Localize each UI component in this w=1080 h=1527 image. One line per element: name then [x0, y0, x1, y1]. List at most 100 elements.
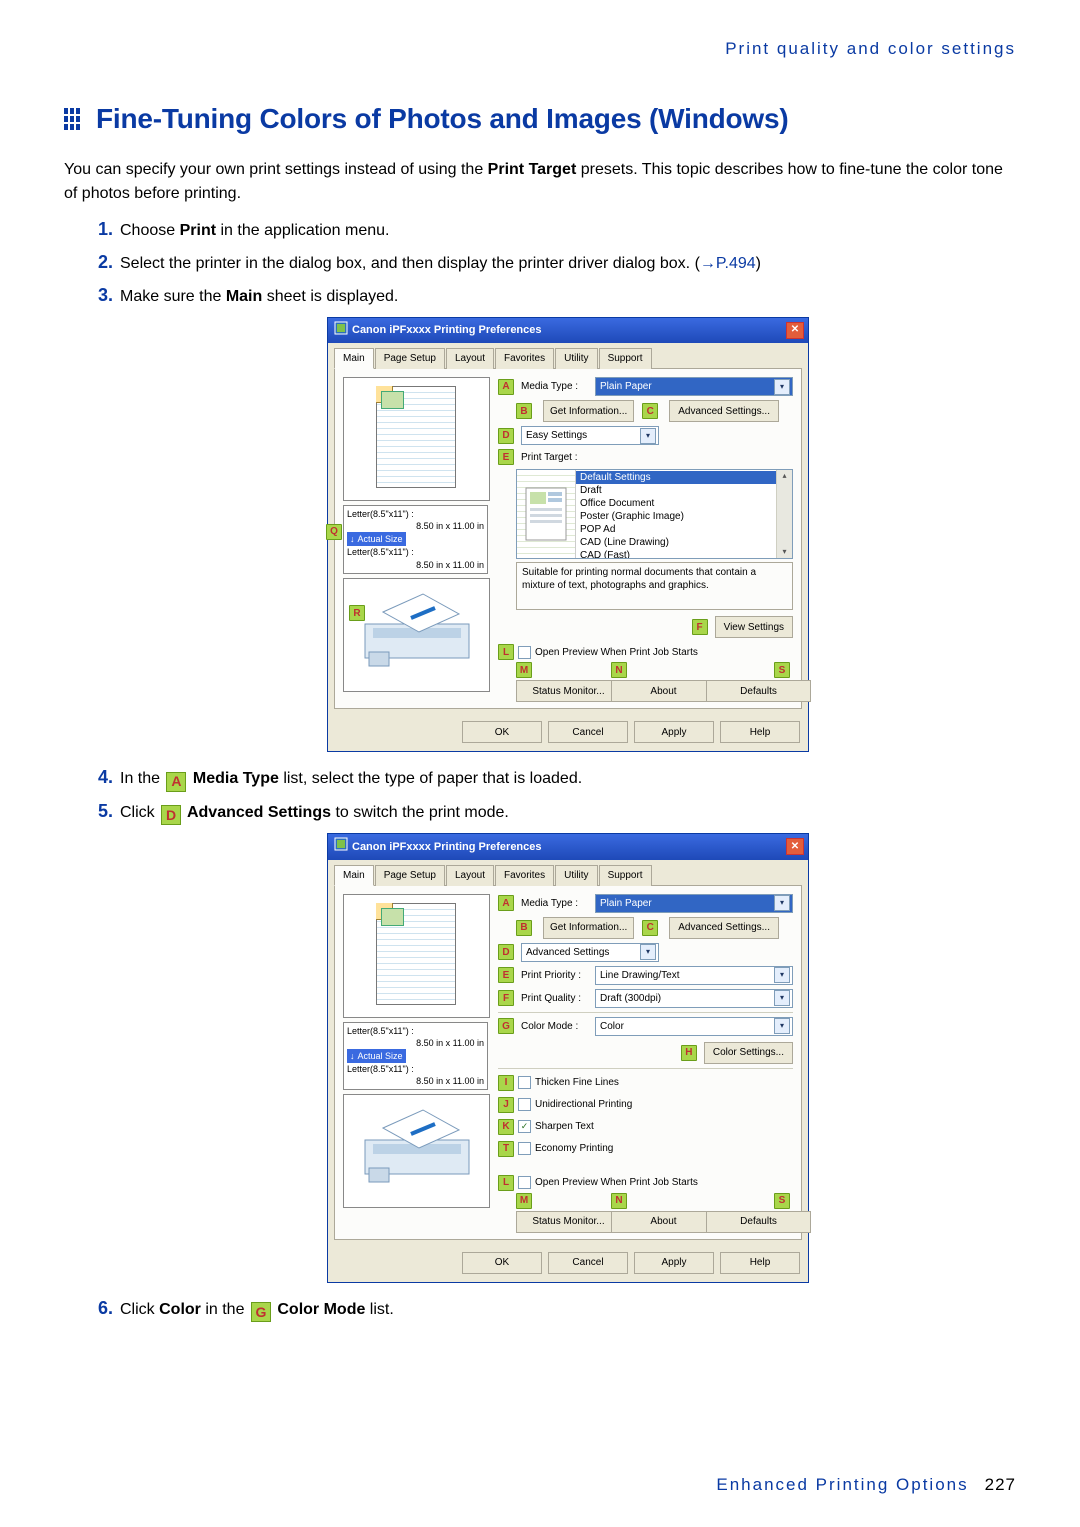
chevron-down-icon: ▾	[774, 895, 790, 911]
marker-h: H	[681, 1045, 697, 1061]
cancel-button[interactable]: Cancel	[548, 721, 628, 743]
status-monitor-button[interactable]: Status Monitor...	[516, 1211, 621, 1233]
page-preview	[343, 377, 490, 501]
print-quality-dropdown[interactable]: Draft (300dpi) ▾	[595, 989, 793, 1008]
list-item[interactable]: CAD (Fast)	[576, 549, 776, 558]
cancel-button[interactable]: Cancel	[548, 1252, 628, 1274]
step-1: Choose Print in the application menu.	[118, 216, 1016, 243]
economy-label: Economy Printing	[535, 1141, 613, 1156]
unidirectional-checkbox[interactable]	[518, 1098, 531, 1111]
step-5: Click D Advanced Settings to switch the …	[118, 798, 1016, 1283]
help-button[interactable]: Help	[720, 1252, 800, 1274]
view-settings-button[interactable]: View Settings	[715, 616, 793, 638]
tab-favorites[interactable]: Favorites	[495, 348, 554, 369]
chevron-down-icon: ▾	[774, 967, 790, 983]
apply-button[interactable]: Apply	[634, 721, 714, 743]
printer-illustration	[343, 1094, 490, 1208]
dialog-screenshot-1: Canon iPFxxxx Printing Preferences ✕ Mai…	[327, 317, 809, 753]
size-info-box: Letter(8.5"x11") : 8.50 in x 11.00 in ↓A…	[343, 1022, 488, 1091]
print-target-label: Print Target :	[521, 450, 591, 465]
dialog-screenshot-2: Canon iPFxxxx Printing Preferences ✕ Mai…	[327, 833, 809, 1283]
list-item[interactable]: CAD (Line Drawing)	[576, 536, 776, 549]
marker-n: N	[611, 662, 627, 678]
defaults-button[interactable]: Defaults	[706, 680, 811, 702]
tab-favorites[interactable]: Favorites	[495, 865, 554, 886]
marker-f: F	[498, 990, 514, 1006]
page-ref-link[interactable]: →P.494	[700, 255, 756, 272]
advanced-settings-button[interactable]: Advanced Settings...	[669, 917, 779, 939]
step-4: In the A Media Type list, select the typ…	[118, 764, 1016, 792]
ok-button[interactable]: OK	[462, 1252, 542, 1274]
status-monitor-button[interactable]: Status Monitor...	[516, 680, 621, 702]
marker-b: B	[516, 920, 532, 936]
marker-k: K	[498, 1119, 514, 1135]
scrollbar[interactable]: ▴▾	[776, 470, 792, 558]
tab-support[interactable]: Support	[599, 865, 652, 886]
marker-j: J	[498, 1097, 514, 1113]
list-item[interactable]: Draft	[576, 484, 776, 497]
tab-utility[interactable]: Utility	[555, 865, 597, 886]
dialog-title: Canon iPFxxxx Printing Preferences	[352, 839, 542, 856]
marker-q: Q	[326, 524, 342, 540]
dialog-title: Canon iPFxxxx Printing Preferences	[352, 322, 542, 339]
tab-support[interactable]: Support	[599, 348, 652, 369]
marker-s: S	[774, 1193, 790, 1209]
marker-e: E	[498, 967, 514, 983]
thicken-lines-label: Thicken Fine Lines	[535, 1075, 619, 1090]
about-button[interactable]: About	[611, 680, 716, 702]
color-mode-dropdown[interactable]: Color ▾	[595, 1017, 793, 1036]
tab-page-setup[interactable]: Page Setup	[375, 348, 445, 369]
down-arrow-icon: ↓	[350, 533, 355, 545]
open-preview-checkbox[interactable]	[518, 1176, 531, 1189]
marker-e: E	[498, 449, 514, 465]
tab-main[interactable]: Main	[334, 348, 374, 369]
color-settings-button[interactable]: Color Settings...	[704, 1042, 793, 1064]
get-information-button[interactable]: Get Information...	[543, 400, 634, 422]
tab-utility[interactable]: Utility	[555, 348, 597, 369]
economy-checkbox[interactable]	[518, 1142, 531, 1155]
media-type-label: Media Type :	[521, 896, 591, 911]
marker-c: C	[642, 403, 658, 419]
open-preview-label: Open Preview When Print Job Starts	[535, 1175, 698, 1190]
tab-main[interactable]: Main	[334, 865, 374, 886]
marker-l: L	[498, 644, 514, 660]
print-target-list[interactable]: Default Settings Draft Office Document P…	[516, 469, 793, 559]
list-item[interactable]: Default Settings	[576, 471, 776, 484]
list-item[interactable]: Poster (Graphic Image)	[576, 510, 776, 523]
media-type-dropdown[interactable]: Plain Paper ▾	[595, 894, 793, 913]
tab-layout[interactable]: Layout	[446, 865, 494, 886]
marker-i: I	[498, 1075, 514, 1091]
print-priority-dropdown[interactable]: Line Drawing/Text ▾	[595, 966, 793, 985]
help-button[interactable]: Help	[720, 721, 800, 743]
close-icon[interactable]: ✕	[786, 838, 804, 855]
apply-button[interactable]: Apply	[634, 1252, 714, 1274]
marker-n: N	[611, 1193, 627, 1209]
get-information-button[interactable]: Get Information...	[543, 917, 634, 939]
color-mode-label: Color Mode :	[521, 1019, 591, 1034]
ok-button[interactable]: OK	[462, 721, 542, 743]
breadcrumb: Print quality and color settings	[64, 36, 1016, 62]
marker-l: L	[498, 1175, 514, 1191]
intro-paragraph: You can specify your own print settings …	[64, 158, 1016, 206]
defaults-button[interactable]: Defaults	[706, 1211, 811, 1233]
settings-mode-dropdown[interactable]: Easy Settings ▾	[521, 426, 659, 445]
list-item[interactable]: Office Document	[576, 497, 776, 510]
sharpen-text-checkbox[interactable]: ✓	[518, 1120, 531, 1133]
tab-layout[interactable]: Layout	[446, 348, 494, 369]
chevron-down-icon: ▾	[774, 1018, 790, 1034]
thicken-lines-checkbox[interactable]	[518, 1076, 531, 1089]
page-number: 227	[985, 1472, 1016, 1498]
close-icon[interactable]: ✕	[786, 322, 804, 339]
list-item[interactable]: POP Ad	[576, 523, 776, 536]
settings-mode-dropdown[interactable]: Advanced Settings ▾	[521, 943, 659, 962]
marker-a: A	[498, 895, 514, 911]
tab-page-setup[interactable]: Page Setup	[375, 865, 445, 886]
marker-b: B	[516, 403, 532, 419]
marker-g: G	[498, 1018, 514, 1034]
advanced-settings-button[interactable]: Advanced Settings...	[669, 400, 779, 422]
open-preview-checkbox[interactable]	[518, 646, 531, 659]
media-type-dropdown[interactable]: Plain Paper ▾	[595, 377, 793, 396]
about-button[interactable]: About	[611, 1211, 716, 1233]
step-3: Make sure the Main sheet is displayed. C…	[118, 282, 1016, 753]
marker-f: F	[692, 619, 708, 635]
